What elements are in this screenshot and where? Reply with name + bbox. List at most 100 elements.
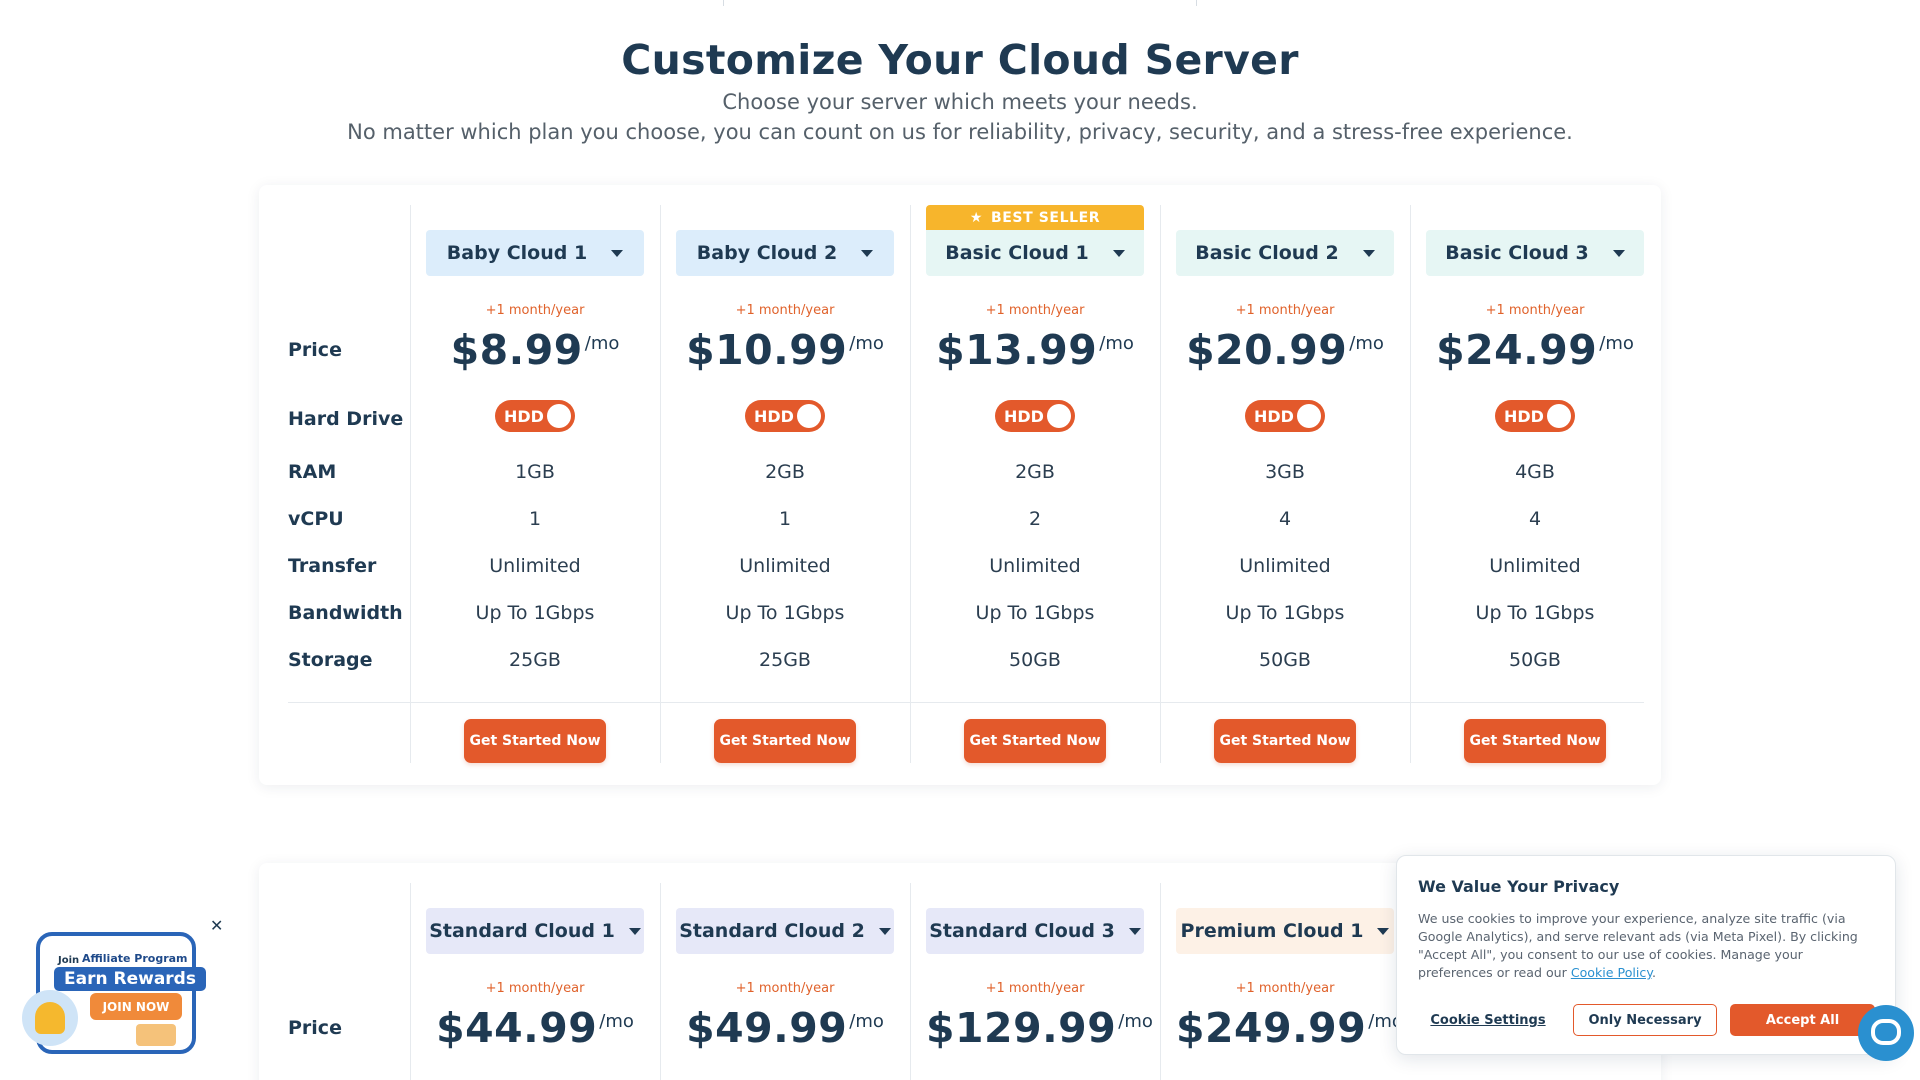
- caret-down-icon: [1612, 249, 1625, 257]
- close-icon[interactable]: ✕: [210, 918, 226, 934]
- page-subtitle: Choose your server which meets your need…: [722, 90, 1198, 114]
- column-divider: [660, 205, 661, 763]
- toggle-knob: [547, 404, 571, 428]
- spec-bandwidth: Up To 1Gbps: [1225, 602, 1345, 624]
- plan-price: $249.99/mo: [1176, 1004, 1403, 1052]
- chat-icon[interactable]: [1858, 1005, 1914, 1061]
- only-necessary-button[interactable]: Only Necessary: [1573, 1004, 1717, 1036]
- spec-ram: 2GB: [765, 461, 805, 483]
- billing-term-note: +1 month/year: [485, 981, 585, 996]
- plan-column: Basic Cloud 3 +1 month/year $24.99/mo HD…: [1426, 230, 1644, 770]
- get-started-button[interactable]: Get Started Now: [1464, 719, 1606, 763]
- hdd-ssd-toggle[interactable]: HDD: [995, 400, 1075, 432]
- row-label-ram: RAM: [288, 461, 337, 483]
- spec-transfer: Unlimited: [1489, 555, 1581, 577]
- plan-name: Basic Cloud 3: [1445, 242, 1589, 264]
- plan-select-dropdown[interactable]: Basic Cloud 2: [1176, 230, 1394, 276]
- hero-section: Customize Your Cloud Server Choose your …: [0, 36, 1920, 144]
- affiliate-join-now-button[interactable]: JOIN NOW: [90, 993, 182, 1020]
- caret-down-icon: [1128, 927, 1141, 935]
- price-unit: /mo: [849, 1011, 884, 1032]
- plan-column: Premium Cloud 1 +1 month/year $249.99/mo: [1176, 908, 1403, 1080]
- hdd-ssd-toggle[interactable]: HDD: [745, 400, 825, 432]
- plan-name: Basic Cloud 1: [945, 242, 1089, 264]
- plan-name: Standard Cloud 2: [679, 920, 865, 942]
- spec-storage: 50GB: [1509, 649, 1561, 671]
- hdd-ssd-toggle[interactable]: HDD: [495, 400, 575, 432]
- plan-select-dropdown[interactable]: Premium Cloud 1: [1176, 908, 1394, 954]
- price-unit: /mo: [1599, 333, 1634, 354]
- plan-column: Standard Cloud 3 +1 month/year $129.99/m…: [926, 908, 1153, 1080]
- plan-price: $49.99/mo: [676, 1004, 894, 1052]
- accept-all-button[interactable]: Accept All: [1730, 1004, 1875, 1036]
- plan-name: Standard Cloud 1: [429, 920, 615, 942]
- get-started-button[interactable]: Get Started Now: [964, 719, 1106, 763]
- hdd-ssd-toggle[interactable]: HDD: [1495, 400, 1575, 432]
- caret-down-icon: [628, 927, 641, 935]
- spec-storage: 50GB: [1259, 649, 1311, 671]
- spec-storage: 25GB: [759, 649, 811, 671]
- row-label-storage: Storage: [288, 649, 373, 671]
- billing-term-note: +1 month/year: [985, 981, 1085, 996]
- best-seller-label: BEST SELLER: [990, 209, 1101, 226]
- plan-column: ★ BEST SELLER Basic Cloud 1 +1 month/yea…: [926, 205, 1144, 770]
- spec-transfer: Unlimited: [989, 555, 1081, 577]
- plan-select-dropdown[interactable]: Basic Cloud 3: [1426, 230, 1644, 276]
- get-started-button[interactable]: Get Started Now: [714, 719, 856, 763]
- price-amount: $49.99: [686, 1004, 848, 1052]
- page-title: Customize Your Cloud Server: [621, 36, 1299, 84]
- billing-term-note: +1 month/year: [735, 981, 835, 996]
- row-label-price: Price: [288, 1017, 342, 1039]
- column-divider: [410, 205, 411, 763]
- toggle-label: HDD: [1004, 406, 1044, 426]
- toggle-knob: [1547, 404, 1571, 428]
- spec-bandwidth: Up To 1Gbps: [1475, 602, 1595, 624]
- price-unit: /mo: [849, 333, 884, 354]
- affiliate-program-text: Affiliate Program: [82, 952, 188, 965]
- plan-select-dropdown[interactable]: Standard Cloud 3: [926, 908, 1144, 954]
- plan-name: Baby Cloud 1: [446, 242, 588, 264]
- cookie-policy-link[interactable]: Cookie Policy: [1571, 965, 1652, 980]
- plan-select-dropdown[interactable]: Baby Cloud 2: [676, 230, 894, 276]
- price-amount: $8.99: [450, 326, 583, 374]
- affiliate-widget[interactable]: Join Affiliate Program Earn Rewards JOIN…: [18, 918, 223, 1058]
- plan-select-dropdown[interactable]: Basic Cloud 1: [926, 230, 1144, 276]
- caret-down-icon: [611, 249, 624, 257]
- spec-ram: 3GB: [1265, 461, 1305, 483]
- plan-price: $10.99/mo: [676, 326, 894, 374]
- spec-storage: 50GB: [1009, 649, 1061, 671]
- row-label-hard-drive: Hard Drive: [288, 408, 404, 430]
- row-label-vcpu: vCPU: [288, 508, 344, 530]
- plan-price: $24.99/mo: [1426, 326, 1644, 374]
- row-label-price: Price: [288, 339, 342, 361]
- toggle-label: HDD: [1254, 406, 1294, 426]
- plan-select-dropdown[interactable]: Baby Cloud 1: [426, 230, 644, 276]
- gift-icon: [136, 1024, 176, 1046]
- spec-transfer: Unlimited: [1239, 555, 1331, 577]
- billing-term-note: +1 month/year: [1485, 303, 1585, 318]
- plan-select-dropdown[interactable]: Standard Cloud 1: [426, 908, 644, 954]
- column-divider: [910, 883, 911, 1080]
- billing-term-note: +1 month/year: [985, 303, 1085, 318]
- plan-select-dropdown[interactable]: Standard Cloud 2: [676, 908, 894, 954]
- caret-down-icon: [878, 927, 891, 935]
- plan-column: Standard Cloud 2 +1 month/year $49.99/mo: [676, 908, 894, 1080]
- toggle-label: HDD: [754, 406, 794, 426]
- spec-vcpu: 1: [528, 508, 542, 530]
- spec-bandwidth: Up To 1Gbps: [475, 602, 595, 624]
- spec-bandwidth: Up To 1Gbps: [975, 602, 1095, 624]
- cookie-settings-button[interactable]: Cookie Settings: [1418, 1005, 1558, 1035]
- spec-storage: 25GB: [509, 649, 561, 671]
- price-unit: /mo: [1099, 333, 1134, 354]
- spec-ram: 2GB: [1015, 461, 1055, 483]
- price-unit: /mo: [1118, 1011, 1153, 1032]
- plan-name: Premium Cloud 1: [1180, 920, 1364, 942]
- caret-down-icon: [1112, 249, 1125, 257]
- get-started-button[interactable]: Get Started Now: [1214, 719, 1356, 763]
- hdd-ssd-toggle[interactable]: HDD: [1245, 400, 1325, 432]
- billing-term-note: +1 month/year: [735, 303, 835, 318]
- price-amount: $249.99: [1176, 1004, 1367, 1052]
- price-amount: $129.99: [926, 1004, 1117, 1052]
- billing-term-note: +1 month/year: [485, 303, 585, 318]
- get-started-button[interactable]: Get Started Now: [464, 719, 606, 763]
